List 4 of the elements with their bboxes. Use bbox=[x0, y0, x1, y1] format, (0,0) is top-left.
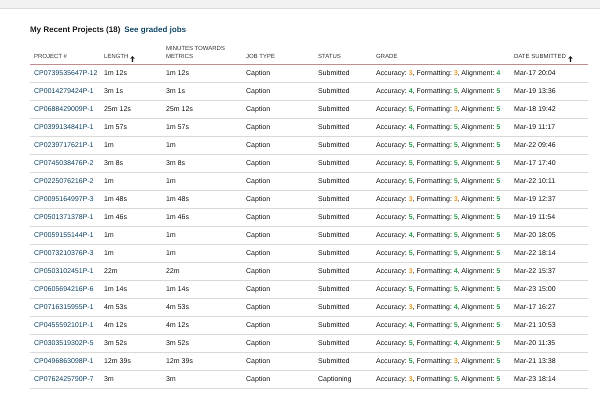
section-title: My Recent Projects (18) bbox=[30, 25, 120, 34]
sort-arrow-icon bbox=[130, 56, 136, 62]
sort-arrow-icon bbox=[568, 56, 573, 62]
graded-jobs-link[interactable]: See graded jobs bbox=[124, 25, 186, 34]
